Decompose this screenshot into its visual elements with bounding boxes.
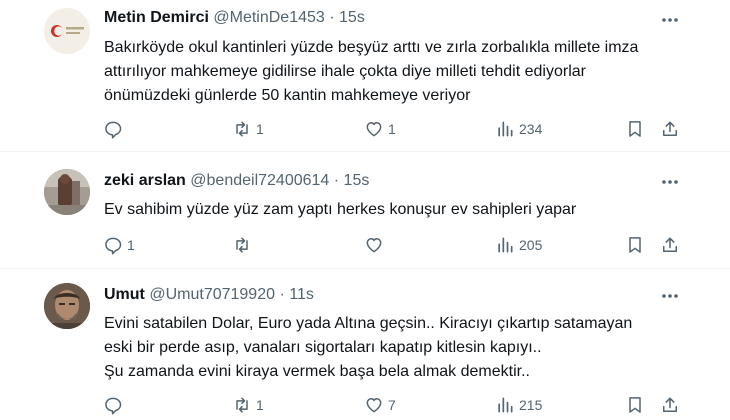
tweet-1[interactable]: Metin Demirci @MetinDe1453 · 15s Bakırkö…	[0, 0, 730, 150]
tweet-3[interactable]: Umut @Umut70719920 · 11s Evini satabilen…	[0, 269, 730, 420]
tweet-text: Bakırköyde okul kantinleri yüzde beşyüz …	[104, 36, 694, 108]
share-button[interactable]	[660, 394, 680, 416]
tweet-header: zeki arslan @bendeil72400614 · 15s	[104, 172, 369, 190]
retweet-icon	[236, 397, 248, 413]
display-name[interactable]: zeki arslan	[104, 172, 186, 189]
share-icon	[663, 397, 677, 412]
avatar[interactable]	[44, 283, 90, 329]
reply-icon	[105, 397, 122, 415]
share-icon	[663, 237, 677, 252]
like-button[interactable]	[364, 234, 388, 256]
avatar[interactable]	[44, 169, 90, 215]
tweet-time[interactable]: 11s	[289, 286, 314, 303]
retweet-count: 1	[256, 121, 264, 137]
views-chart-icon	[498, 237, 513, 253]
display-name[interactable]: Umut	[104, 286, 145, 303]
heart-icon	[366, 122, 382, 137]
bookmark-button[interactable]	[625, 234, 645, 256]
share-button[interactable]	[660, 234, 680, 256]
reply-button[interactable]	[103, 394, 127, 416]
tweet-text-line: Evini satabilen Dolar, Euro yada Altına …	[104, 315, 633, 332]
tweet-text-line: Bakırköyde okul kantinleri yüzde beşyüz …	[104, 39, 639, 56]
like-button[interactable]: 1	[364, 118, 396, 140]
tweet-text-line: Şu zamanda evini kiraya vermek başa bela…	[104, 363, 530, 380]
avatar[interactable]	[44, 8, 90, 54]
user-handle[interactable]: @Umut70719920	[149, 286, 275, 303]
reply-icon	[105, 121, 122, 139]
retweet-icon	[236, 237, 248, 253]
bookmark-icon	[629, 397, 641, 413]
user-handle[interactable]: @MetinDe1453	[213, 9, 324, 26]
view-count: 234	[519, 121, 543, 137]
more-options-button[interactable]	[658, 286, 682, 306]
retweet-count: 1	[256, 397, 264, 413]
reply-button[interactable]: 1	[103, 234, 135, 256]
tweet-text-line: Ev sahibim yüzde yüz zam yaptı herkes ko…	[104, 201, 577, 218]
views-button[interactable]: 234	[495, 118, 542, 140]
bookmark-button[interactable]	[625, 394, 645, 416]
tweet-time[interactable]: 15s	[344, 172, 370, 189]
share-button[interactable]	[660, 118, 680, 140]
user-photo-avatar	[44, 169, 90, 215]
tweet-time[interactable]: 15s	[339, 9, 365, 26]
like-count: 1	[388, 121, 396, 137]
tweet-text: Evini satabilen Dolar, Euro yada Altına …	[104, 312, 694, 384]
user-photo-avatar	[44, 283, 90, 329]
turkey-flag-crescent-icon	[44, 8, 90, 54]
separator-dot: ·	[279, 286, 285, 303]
tweet-text-line: eski bir perde asıp, vanaları sigortalar…	[104, 339, 542, 356]
tweet-header: Umut @Umut70719920 · 11s	[104, 286, 314, 304]
like-button[interactable]: 7	[364, 394, 396, 416]
tweet-2[interactable]: zeki arslan @bendeil72400614 · 15s Ev sa…	[0, 152, 730, 267]
more-icon	[662, 180, 678, 184]
reply-icon	[105, 237, 122, 255]
display-name[interactable]: Metin Demirci	[104, 9, 209, 26]
retweet-button[interactable]	[232, 234, 256, 256]
separator-dot: ·	[333, 172, 340, 189]
bookmark-icon	[629, 237, 641, 253]
heart-icon	[366, 238, 382, 253]
reply-button[interactable]	[103, 118, 127, 140]
retweet-button[interactable]: 1	[232, 394, 264, 416]
retweet-icon	[236, 121, 248, 137]
bookmark-icon	[629, 121, 641, 137]
tweet-text-line: attırılıyor mahkemeye gidilirse ihale ço…	[104, 63, 586, 80]
separator-dot: ·	[329, 9, 335, 26]
views-chart-icon	[498, 397, 513, 413]
share-icon	[663, 121, 677, 136]
retweet-button[interactable]: 1	[232, 118, 264, 140]
more-options-button[interactable]	[658, 10, 682, 30]
views-chart-icon	[498, 121, 513, 137]
heart-icon	[366, 398, 382, 413]
views-button[interactable]: 215	[495, 394, 542, 416]
more-icon	[662, 294, 678, 298]
bookmark-button[interactable]	[625, 118, 645, 140]
tweet-text-line: önümüzdeki günlerde 50 kantin mahkemeye …	[104, 87, 471, 104]
view-count: 205	[519, 237, 543, 253]
user-handle[interactable]: @bendeil72400614	[190, 172, 329, 189]
more-options-button[interactable]	[658, 172, 682, 192]
view-count: 215	[519, 397, 543, 413]
reply-count: 1	[127, 237, 135, 253]
more-icon	[662, 18, 678, 22]
like-count: 7	[388, 397, 396, 413]
tweet-text: Ev sahibim yüzde yüz zam yaptı herkes ko…	[104, 198, 694, 222]
tweet-header: Metin Demirci @MetinDe1453 · 15s	[104, 9, 365, 27]
views-button[interactable]: 205	[495, 234, 542, 256]
